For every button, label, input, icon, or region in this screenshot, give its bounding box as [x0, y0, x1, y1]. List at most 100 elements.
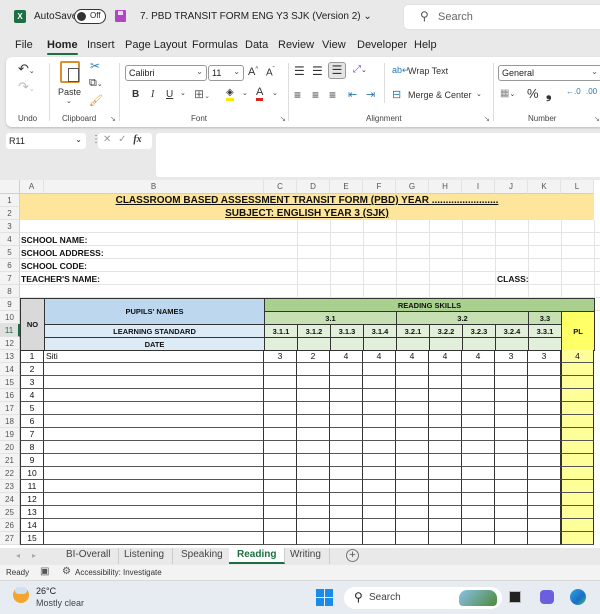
pupil-no[interactable]: 5	[20, 402, 44, 415]
row-header-6[interactable]: 6	[0, 259, 20, 272]
pl-cell[interactable]	[561, 415, 594, 428]
score-cell[interactable]	[429, 402, 462, 415]
score-cell[interactable]	[363, 415, 396, 428]
pl-cell[interactable]	[561, 363, 594, 376]
chevron-down-icon[interactable]: ⌄	[272, 89, 278, 97]
row-header-2[interactable]: 2	[0, 207, 20, 220]
menu-view[interactable]: View	[322, 39, 346, 51]
score-cell[interactable]: 2	[297, 350, 330, 363]
standard-header-3-2-1[interactable]: 3.2.1	[396, 324, 430, 338]
row-header-9[interactable]: 9	[0, 298, 20, 311]
date-cell[interactable]	[396, 337, 430, 351]
worksheet-grid[interactable]: ABCDEFGHIJKL 1 2 3 4 5 6 7 8 9 10 11 12 13 14 15 16 17 18…	[0, 180, 600, 548]
alignment-launcher-icon[interactable]: ↘	[484, 115, 490, 123]
column-header-e[interactable]: E	[330, 180, 363, 194]
pl-cell[interactable]: 4	[561, 350, 594, 363]
pl-cell[interactable]	[561, 454, 594, 467]
align-center-icon[interactable]: ≡	[312, 88, 319, 102]
score-cell[interactable]	[462, 454, 495, 467]
score-cell[interactable]	[297, 376, 330, 389]
score-cell[interactable]	[429, 389, 462, 402]
score-cell[interactable]	[264, 389, 297, 402]
pupil-no[interactable]: 11	[20, 480, 44, 493]
cut-icon[interactable]: ✂	[90, 59, 100, 73]
score-cell[interactable]	[264, 467, 297, 480]
row-header-21[interactable]: 21	[0, 454, 20, 467]
standard-header-3-1-4[interactable]: 3.1.4	[363, 324, 397, 338]
align-bottom-icon[interactable]: ☰	[328, 62, 346, 79]
pl-cell[interactable]	[561, 519, 594, 532]
score-cell[interactable]	[429, 532, 462, 545]
column-header-k[interactable]: K	[528, 180, 561, 194]
pupil-name[interactable]	[44, 428, 264, 441]
score-cell[interactable]	[396, 376, 429, 389]
pupil-name[interactable]	[44, 454, 264, 467]
row-header-23[interactable]: 23	[0, 480, 20, 493]
score-cell[interactable]	[528, 441, 561, 454]
column-header-c[interactable]: C	[264, 180, 297, 194]
date-cell[interactable]	[429, 337, 463, 351]
score-cell[interactable]: 3	[495, 350, 528, 363]
font-name-combo[interactable]: Calibri ⌄	[125, 65, 207, 81]
pl-cell[interactable]	[561, 376, 594, 389]
row-header-12[interactable]: 12	[0, 337, 20, 350]
score-cell[interactable]	[462, 363, 495, 376]
score-cell[interactable]	[528, 532, 561, 545]
column-header-j[interactable]: J	[495, 180, 528, 194]
school-name-label[interactable]: SCHOOL NAME:	[21, 235, 87, 245]
score-cell[interactable]	[429, 454, 462, 467]
select-all-button[interactable]	[0, 180, 20, 194]
pupil-name[interactable]	[44, 480, 264, 493]
score-cell[interactable]	[330, 493, 363, 506]
score-cell[interactable]	[330, 467, 363, 480]
score-cell[interactable]	[297, 480, 330, 493]
score-cell[interactable]	[396, 467, 429, 480]
pl-cell[interactable]	[561, 506, 594, 519]
pl-cell[interactable]	[561, 441, 594, 454]
score-cell[interactable]	[297, 428, 330, 441]
score-cell[interactable]	[297, 532, 330, 545]
learning-standard-header[interactable]: LEARNING STANDARD	[44, 324, 265, 338]
score-cell[interactable]	[396, 415, 429, 428]
score-cell[interactable]	[495, 376, 528, 389]
score-cell[interactable]	[363, 506, 396, 519]
accounting-format-icon[interactable]: ▦⌄	[500, 88, 515, 99]
row-header-1[interactable]: 1	[0, 194, 20, 207]
score-cell[interactable]	[330, 428, 363, 441]
font-size-combo[interactable]: 11 ⌄	[208, 65, 244, 81]
pupil-no[interactable]: 2	[20, 363, 44, 376]
score-cell[interactable]	[330, 519, 363, 532]
score-cell[interactable]	[297, 363, 330, 376]
score-cell[interactable]: 4	[396, 350, 429, 363]
row-header-16[interactable]: 16	[0, 389, 20, 402]
score-cell[interactable]	[264, 402, 297, 415]
score-cell[interactable]	[495, 493, 528, 506]
row-header-25[interactable]: 25	[0, 506, 20, 519]
bold-button[interactable]: B	[132, 89, 139, 100]
sheet-tab-reading[interactable]: Reading	[229, 548, 286, 564]
reading-skills-header[interactable]: READING SKILLS	[264, 298, 595, 312]
score-cell[interactable]	[429, 480, 462, 493]
score-cell[interactable]	[330, 376, 363, 389]
pl-header[interactable]: PL	[561, 311, 595, 351]
pl-cell[interactable]	[561, 467, 594, 480]
row-header-3[interactable]: 3	[0, 220, 20, 233]
pupil-name[interactable]	[44, 363, 264, 376]
score-cell[interactable]	[528, 376, 561, 389]
score-cell[interactable]	[396, 480, 429, 493]
score-cell[interactable]	[264, 493, 297, 506]
redo-icon[interactable]: ↷⌄	[18, 79, 35, 95]
score-cell[interactable]	[396, 363, 429, 376]
score-cell[interactable]	[330, 363, 363, 376]
pupil-name[interactable]	[44, 506, 264, 519]
row-header-24[interactable]: 24	[0, 493, 20, 506]
row-header-11[interactable]: 11	[0, 324, 20, 337]
decrease-indent-icon[interactable]: ⇤	[348, 88, 357, 101]
pupil-no[interactable]: 8	[20, 441, 44, 454]
pupil-name[interactable]	[44, 532, 264, 545]
pupil-name[interactable]	[44, 467, 264, 480]
score-cell[interactable]	[528, 493, 561, 506]
enter-icon[interactable]: ✓	[118, 134, 126, 145]
score-cell[interactable]	[264, 415, 297, 428]
pupil-name[interactable]	[44, 493, 264, 506]
